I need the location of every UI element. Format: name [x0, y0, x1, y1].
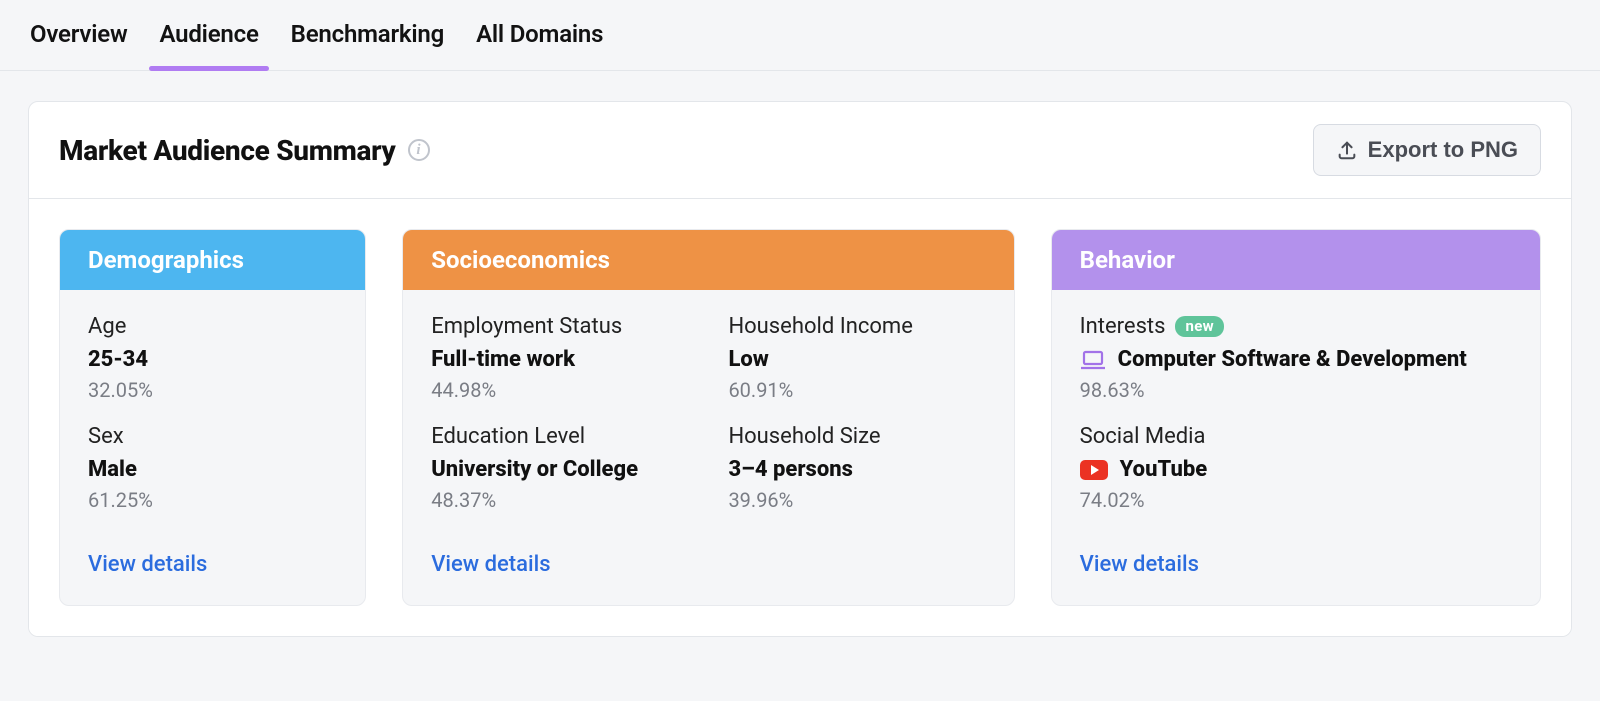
stat-age-value: 25-34 — [88, 347, 337, 372]
stat-interests-label-text: Interests — [1080, 314, 1166, 339]
stat-interests: Interests new Computer Software & Develo… — [1080, 314, 1512, 402]
stat-household-size: Household Size 3–4 persons 39.96% — [728, 424, 985, 512]
behavior-header: Behavior — [1052, 230, 1540, 290]
page-title: Market Audience Summary — [59, 134, 396, 167]
socioeconomics-header: Socioeconomics — [403, 230, 1013, 290]
behavior-card: Behavior Interests new — [1051, 229, 1541, 606]
panel-header: Market Audience Summary i Export to PNG — [29, 102, 1571, 199]
stat-employment-label: Employment Status — [431, 314, 688, 339]
stat-sex-pct: 61.25% — [88, 488, 337, 512]
stat-age-label: Age — [88, 314, 337, 339]
stat-education-label: Education Level — [431, 424, 688, 449]
stat-social-media-value: YouTube — [1080, 457, 1512, 482]
stat-household-size-value: 3–4 persons — [728, 457, 985, 482]
stat-social-media: Social Media YouTube 74.02% — [1080, 424, 1512, 512]
stat-sex-value: Male — [88, 457, 337, 482]
tabs: Overview Audience Benchmarking All Domai… — [0, 0, 1600, 71]
stat-income-value: Low — [728, 347, 985, 372]
stat-employment-pct: 44.98% — [431, 378, 688, 402]
socioeconomics-card: Socioeconomics Employment Status Full-ti… — [402, 229, 1014, 606]
tab-overview[interactable]: Overview — [28, 0, 129, 70]
stat-income: Household Income Low 60.91% — [728, 314, 985, 402]
stat-age-pct: 32.05% — [88, 378, 337, 402]
demographics-card: Demographics Age 25-34 32.05% Sex Male 6… — [59, 229, 366, 606]
stat-social-media-pct: 74.02% — [1080, 488, 1512, 512]
view-details-demographics[interactable]: View details — [88, 552, 207, 577]
youtube-icon — [1080, 460, 1108, 480]
stat-age: Age 25-34 32.05% — [88, 314, 337, 402]
view-details-socioeconomics[interactable]: View details — [431, 552, 550, 577]
tab-benchmarking[interactable]: Benchmarking — [289, 0, 446, 70]
stat-income-label: Household Income — [728, 314, 985, 339]
info-icon[interactable]: i — [408, 139, 430, 161]
laptop-icon — [1080, 350, 1106, 370]
tab-audience[interactable]: Audience — [157, 0, 260, 70]
stat-interests-pct: 98.63% — [1080, 378, 1512, 402]
view-details-behavior[interactable]: View details — [1080, 552, 1199, 577]
stat-employment-value: Full-time work — [431, 347, 688, 372]
stat-sex-label: Sex — [88, 424, 337, 449]
tab-all-domains[interactable]: All Domains — [474, 0, 605, 70]
stat-social-media-label: Social Media — [1080, 424, 1512, 449]
stat-education-pct: 48.37% — [431, 488, 688, 512]
export-button-label: Export to PNG — [1368, 137, 1518, 163]
stat-household-size-label: Household Size — [728, 424, 985, 449]
stat-social-media-value-text: YouTube — [1120, 457, 1208, 482]
stat-household-size-pct: 39.96% — [728, 488, 985, 512]
demographics-header: Demographics — [60, 230, 365, 290]
stat-interests-value: Computer Software & Development — [1080, 347, 1512, 372]
export-to-png-button[interactable]: Export to PNG — [1313, 124, 1541, 176]
cards-row: Demographics Age 25-34 32.05% Sex Male 6… — [29, 199, 1571, 636]
stat-education: Education Level University or College 48… — [431, 424, 688, 512]
stat-interests-value-text: Computer Software & Development — [1118, 347, 1467, 372]
new-badge: new — [1175, 316, 1223, 337]
stat-income-pct: 60.91% — [728, 378, 985, 402]
stat-employment: Employment Status Full-time work 44.98% — [431, 314, 688, 402]
stat-sex: Sex Male 61.25% — [88, 424, 337, 512]
stat-education-value: University or College — [431, 457, 688, 482]
upload-icon — [1336, 139, 1358, 161]
stat-interests-label: Interests new — [1080, 314, 1512, 339]
market-audience-summary-panel: Market Audience Summary i Export to PNG … — [28, 101, 1572, 637]
